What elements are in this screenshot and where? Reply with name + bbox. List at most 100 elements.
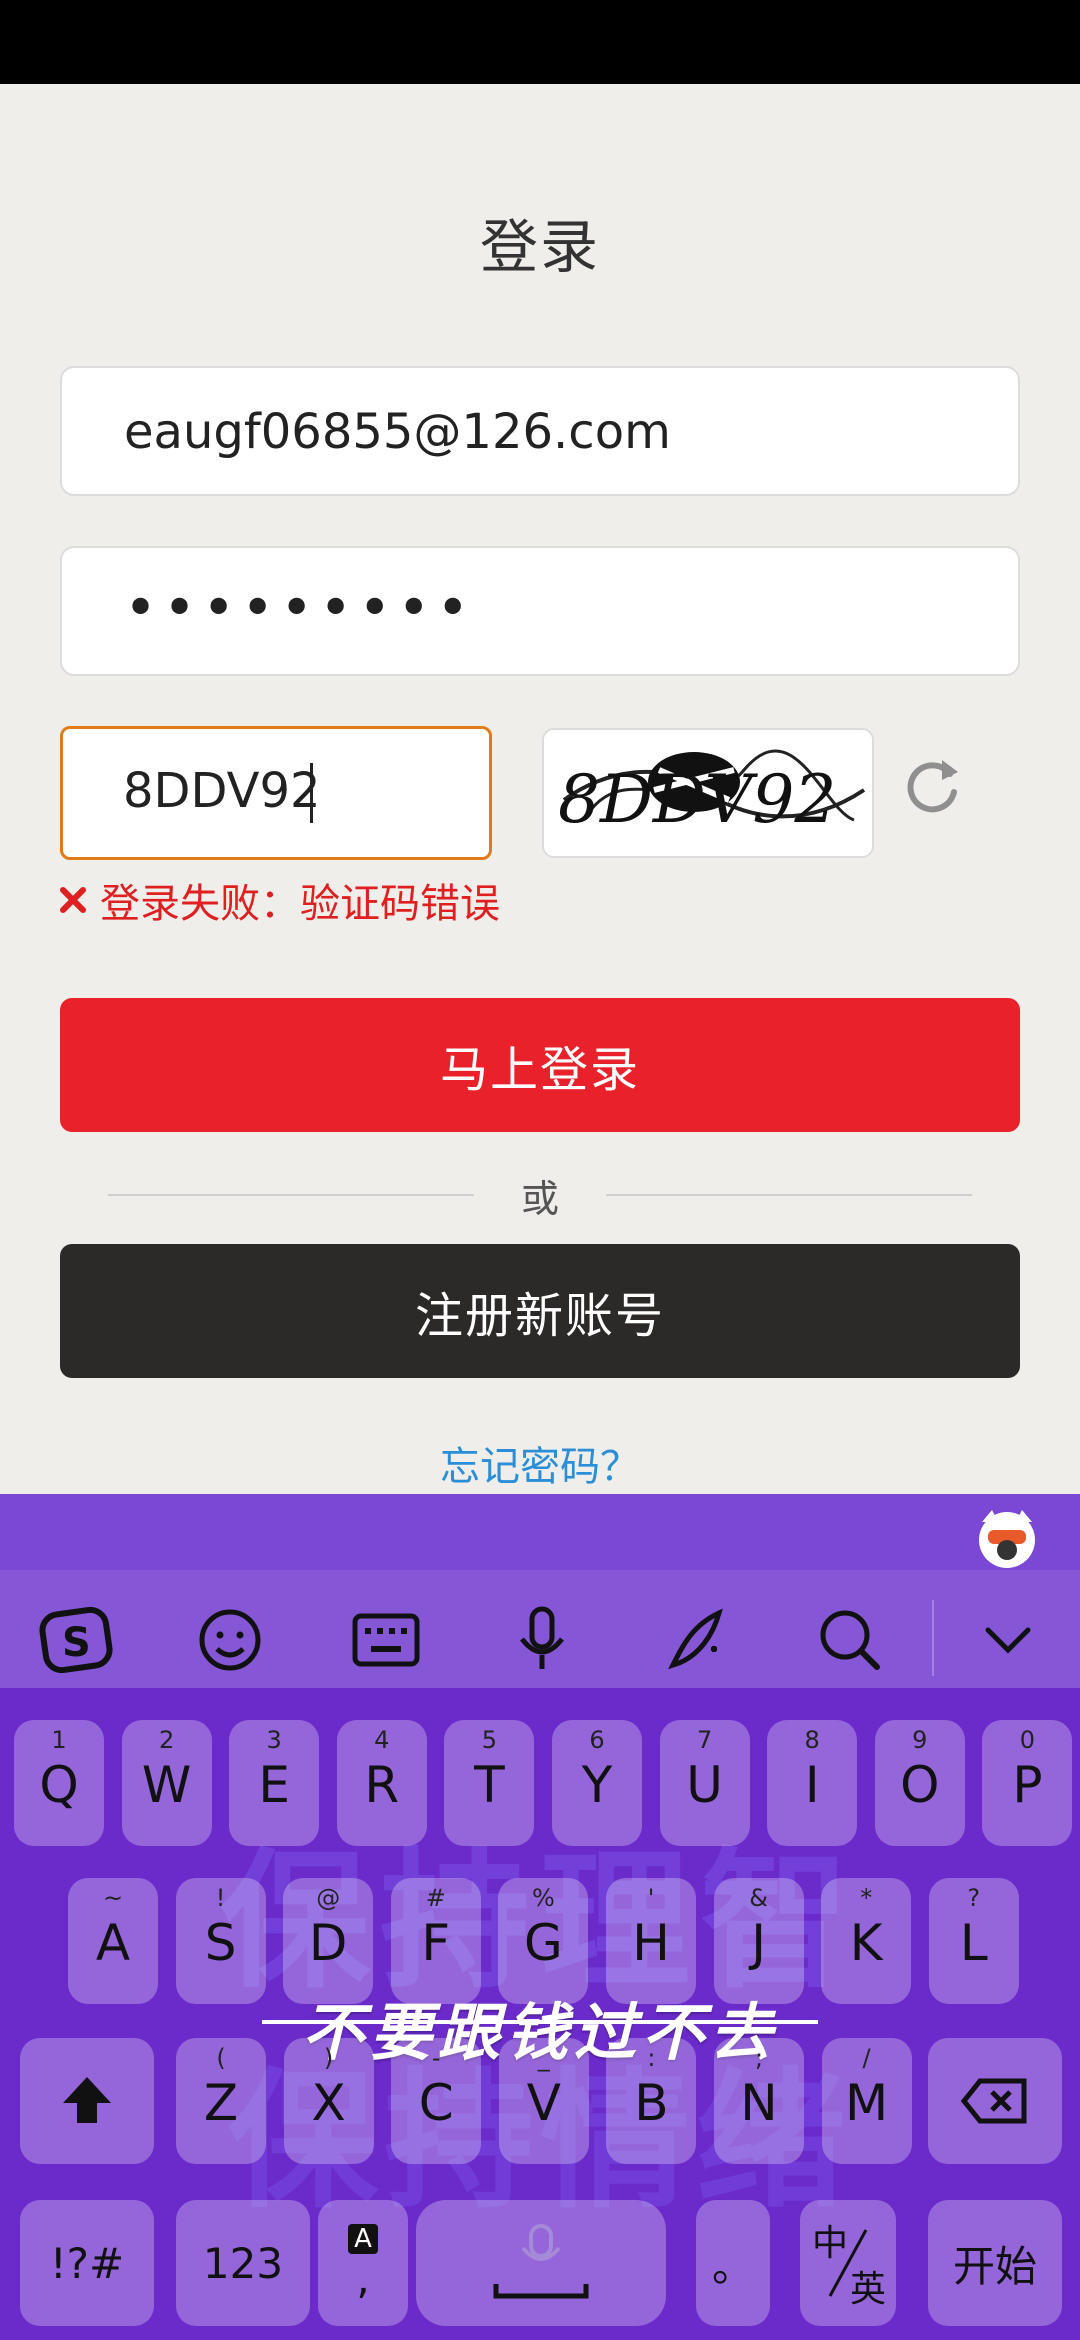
comma-key-badge: A	[348, 2223, 378, 2254]
key-letter: Y	[581, 1756, 613, 1814]
sogou-logo-icon[interactable]: S	[36, 1600, 116, 1680]
key-letter: L	[959, 1914, 988, 1972]
chevron-down-icon[interactable]	[968, 1600, 1048, 1680]
period-key[interactable]: 。	[696, 2200, 770, 2326]
emoji-icon[interactable]	[190, 1600, 270, 1680]
shift-key[interactable]	[20, 2038, 154, 2164]
key-hint: 8	[804, 1726, 820, 1754]
key-hint: #	[425, 1884, 446, 1912]
key-hint: :	[647, 2044, 656, 2072]
keyboard-icon[interactable]	[346, 1600, 426, 1680]
key-letter: R	[364, 1756, 400, 1814]
refresh-captcha-icon[interactable]	[902, 752, 962, 818]
key-hint: @	[316, 1884, 341, 1912]
key-letter: A	[95, 1914, 131, 1972]
search-icon[interactable]	[810, 1600, 890, 1680]
text-caret	[310, 763, 313, 823]
key-letter: K	[849, 1914, 883, 1972]
language-switch-key[interactable]: 中 英	[800, 2200, 896, 2326]
comma-key-label: ,	[356, 2253, 370, 2303]
symbols-key[interactable]: !?#	[20, 2200, 154, 2326]
key-hint: 6	[589, 1726, 605, 1754]
space-key[interactable]	[416, 2200, 666, 2326]
key-letter: N	[740, 2074, 778, 2132]
key-letter: X	[311, 2074, 346, 2132]
key-hint: /	[862, 2044, 871, 2072]
key-hint: %	[531, 1884, 555, 1912]
key-hint: *	[860, 1884, 873, 1912]
key-hint: 2	[158, 1726, 175, 1754]
key-t[interactable]: 5T	[444, 1720, 535, 1846]
key-hint: _	[537, 2044, 550, 2072]
key-letter: V	[526, 2074, 561, 2132]
captcha-image[interactable]: 8DDV92	[542, 728, 874, 858]
key-e[interactable]: 3E	[229, 1720, 320, 1846]
key-v[interactable]: _ V	[498, 2038, 589, 2164]
captcha-value: 8DDV92	[123, 763, 321, 819]
key-hint: ;	[754, 2044, 764, 2072]
key-x[interactable]: ) X	[283, 2038, 374, 2164]
space-mic-icon	[493, 2224, 589, 2299]
status-bar	[0, 0, 1080, 84]
key-letter: B	[634, 2074, 669, 2132]
key-hint: (	[216, 2044, 226, 2072]
key-n[interactable]: ; N	[714, 2038, 804, 2164]
key-q[interactable]: 1Q	[14, 1720, 104, 1846]
comma-key[interactable]: A ,	[318, 2200, 408, 2326]
svg-text:S: S	[62, 1620, 91, 1666]
key-letter: S	[204, 1914, 237, 1972]
key-r[interactable]: 4R	[336, 1720, 427, 1846]
email-value: eaugf06855@126.com	[124, 404, 671, 460]
key-letter: F	[421, 1914, 451, 1972]
key-y[interactable]: 6Y	[552, 1720, 642, 1846]
key-letter: Q	[39, 1756, 79, 1814]
key-m[interactable]: / M	[821, 2038, 912, 2164]
shift-arrow-icon	[63, 2077, 111, 2123]
key-w[interactable]: 2W	[121, 1720, 212, 1846]
register-button[interactable]: 注册新账号	[60, 1244, 1020, 1378]
key-hint: ?	[967, 1884, 981, 1912]
password-value: •••••••••	[124, 576, 476, 641]
enter-key[interactable]: 开始	[928, 2200, 1062, 2326]
handwriting-icon[interactable]	[658, 1600, 738, 1680]
error-text: 登录失败：验证码错误	[100, 881, 500, 927]
key-u[interactable]: 7U	[659, 1720, 750, 1846]
numbers-key[interactable]: 123	[176, 2200, 310, 2326]
backspace-key[interactable]	[928, 2038, 1062, 2164]
key-hint: 4	[374, 1726, 390, 1754]
backspace-icon	[960, 2078, 1027, 2124]
key-hint: 5	[481, 1726, 498, 1754]
key-z[interactable]: (Z	[176, 2038, 266, 2164]
captcha-input[interactable]: 8DDV92	[60, 726, 492, 860]
forgot-password-link[interactable]: 忘记密码？	[0, 1434, 1080, 1492]
key-hint: 7	[696, 1726, 713, 1754]
key-hint: 1	[51, 1726, 67, 1754]
captcha-image-graphic: 8DDV92	[544, 730, 872, 856]
key-hint: ~	[102, 1884, 124, 1912]
mascot-icon[interactable]	[974, 1506, 1040, 1570]
key-c[interactable]: -C	[391, 2038, 482, 2164]
error-x-icon	[60, 887, 86, 913]
key-o[interactable]: 9O	[874, 1720, 965, 1846]
key-letter: C	[418, 2074, 454, 2132]
login-button[interactable]: 马上登录	[60, 998, 1020, 1132]
key-letter: T	[474, 1756, 505, 1814]
key-letter: O	[900, 1756, 940, 1814]
key-i[interactable]: 8I	[767, 1720, 858, 1846]
email-field[interactable]: eaugf06855@126.com	[60, 366, 1020, 496]
key-hint: -	[431, 2044, 441, 2072]
key-hint: 0	[1019, 1726, 1036, 1754]
page-title: 登录	[479, 213, 600, 281]
key-letter: W	[141, 1756, 192, 1814]
key-b[interactable]: :B	[606, 2038, 697, 2164]
key-p[interactable]: 0P	[982, 1720, 1073, 1846]
password-field[interactable]: •••••••••	[60, 546, 1020, 676]
key-letter: Z	[203, 2074, 239, 2132]
key-hint: !	[215, 1884, 226, 1912]
key-letter: J	[751, 1914, 766, 1972]
key-letter: E	[258, 1756, 290, 1814]
microphone-icon[interactable]	[502, 1600, 582, 1680]
key-hint: 9	[912, 1726, 928, 1754]
error-message: 登录失败：验证码错误	[58, 872, 500, 928]
key-letter: U	[686, 1756, 723, 1814]
